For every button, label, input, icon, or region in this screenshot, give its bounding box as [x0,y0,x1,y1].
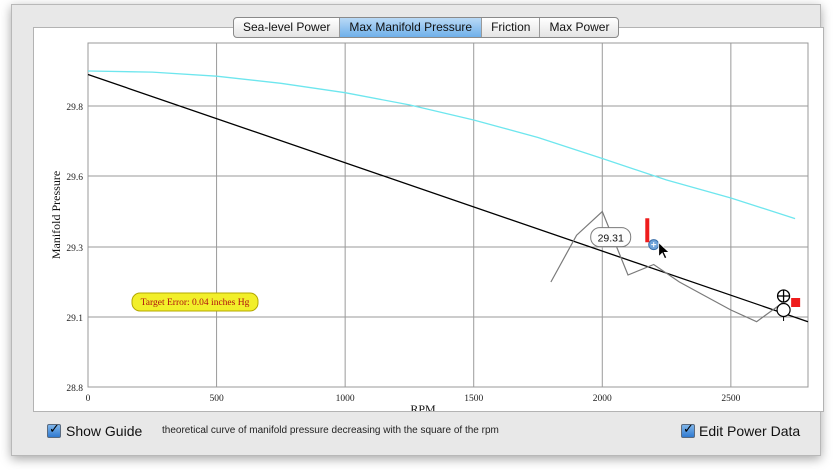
target-error-text: Target Error: 0.04 inches Hg [141,298,250,308]
chart-panel: 0 500 1000 1500 2000 2500 28.8 29.1 29.3 29.6 29.8… [33,27,824,412]
x-tick-label: 0 [86,394,91,404]
guide-description: theoretical curve of manifold pressure d… [162,425,499,436]
y-tick-label: 28.8 [66,384,83,394]
show-guide-label[interactable]: Show Guide [66,422,142,440]
tab-max-power[interactable]: Max Power [540,18,618,37]
manifold-chart[interactable]: 0 500 1000 1500 2000 2500 28.8 29.1 29.3 29.6 29.8… [34,28,823,411]
x-tick-label: 1000 [336,394,355,404]
show-guide-checkbox[interactable] [47,422,61,438]
y-tick-label: 29.3 [66,244,83,254]
value-tooltip-text: 29.31 [598,233,624,245]
bottom-controls: Show Guide theoretical curve of manifold… [47,422,800,442]
plot-area [87,42,809,388]
tab-bar: Sea-level Power Max Manifold Pressure Fr… [233,17,620,38]
tab-friction[interactable]: Friction [482,18,541,37]
x-axis-label: RPM [410,402,436,411]
edit-power-data-checkbox[interactable] [681,422,695,438]
red-square-handle[interactable] [791,298,801,307]
x-tick-label: 500 [209,394,224,404]
y-tick-label: 29.8 [66,103,83,113]
tab-sea-level-power[interactable]: Sea-level Power [234,18,341,37]
tab-max-manifold-pressure[interactable]: Max Manifold Pressure [340,18,483,37]
x-tick-label: 2500 [721,394,740,404]
y-tick-label: 29.1 [66,314,83,324]
x-tick-label: 1500 [464,394,483,404]
app-window: Sea-level Power Max Manifold Pressure Fr… [11,4,824,456]
y-axis-label: Manifold Pressure [49,171,63,259]
x-tick-label: 2000 [593,394,612,404]
red-drag-handle[interactable] [645,218,650,243]
open-circle-marker[interactable] [776,302,791,318]
y-tick-label: 29.6 [66,173,83,183]
edit-power-data-label[interactable]: Edit Power Data [699,422,800,440]
